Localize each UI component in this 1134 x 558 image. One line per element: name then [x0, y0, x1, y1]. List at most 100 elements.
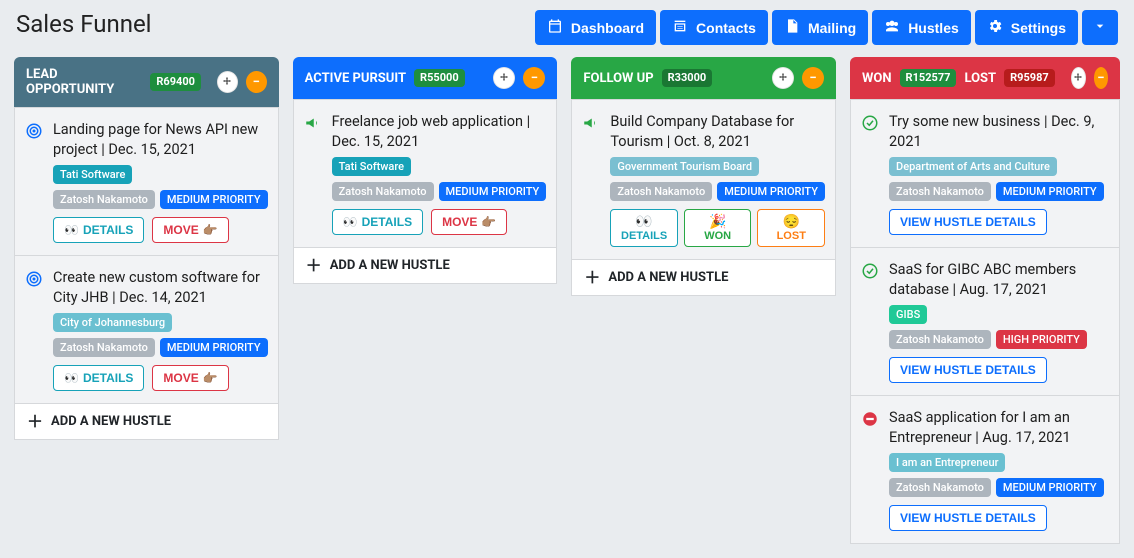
column-active-collapse[interactable]: − [523, 67, 545, 89]
column-active-title: ACTIVE PURSUIT [305, 71, 406, 86]
nav-hustles-label: Hustles [908, 20, 959, 36]
move-label: MOVE [163, 371, 198, 385]
file-icon [784, 18, 800, 37]
column-lead-drag-handle[interactable] [217, 71, 238, 93]
client-tag: Department of Arts and Culture [889, 157, 1057, 176]
add-hustle-lead[interactable]: ＋ ADD A NEW HUSTLE [14, 404, 279, 440]
details-label: DETAILS [621, 230, 667, 242]
client-tag: City of Johannesburg [53, 313, 172, 332]
column-follow-amount: R33000 [662, 69, 713, 87]
plus-icon: ＋ [27, 416, 43, 428]
column-active: ACTIVE PURSUIT R55000 − Freelance job we… [293, 57, 558, 544]
lost-button[interactable]: 😔 LOST [757, 209, 825, 247]
column-lost-amount: R95987 [1004, 69, 1055, 87]
move-button[interactable]: MOVE 👉🏽 [152, 217, 228, 243]
column-won-title: WON [862, 71, 892, 86]
view-details-label: VIEW HUSTLE DETAILS [900, 215, 1036, 229]
lead-card: Landing page for News API new project | … [14, 107, 279, 256]
view-details-button[interactable]: VIEW HUSTLE DETAILS [889, 209, 1047, 235]
owner-tag: Zatosh Nakamoto [332, 182, 434, 201]
add-hustle-label: ADD A NEW HUSTLE [608, 270, 728, 285]
column-lead: LEAD OPPORTUNITY R69400 − Landing page f… [14, 57, 279, 544]
card-title: SaaS application for I am an Entrepreneu… [889, 408, 1109, 447]
owner-tag: Zatosh Nakamoto [53, 190, 155, 209]
nav-settings[interactable]: Settings [975, 10, 1078, 45]
column-follow: FOLLOW UP R33000 − Build Company Databas… [571, 57, 836, 544]
add-hustle-active[interactable]: ＋ ADD A NEW HUSTLE [293, 248, 558, 284]
bullhorn-icon [304, 114, 322, 235]
view-details-button[interactable]: VIEW HUSTLE DETAILS [889, 505, 1047, 531]
view-details-button[interactable]: VIEW HUSTLE DETAILS [889, 357, 1047, 383]
lost-card: SaaS application for I am an Entrepreneu… [850, 396, 1120, 544]
client-tag: I am an Entrepreneur [889, 453, 1005, 472]
won-card: Try some new business | Dec. 9, 2021 Dep… [850, 99, 1120, 248]
bullhorn-icon [582, 114, 600, 247]
column-active-header: ACTIVE PURSUIT R55000 − [293, 57, 558, 99]
priority-tag: MEDIUM PRIORITY [996, 478, 1104, 497]
point-right-icon: 👉🏽 [203, 223, 218, 237]
owner-tag: Zatosh Nakamoto [889, 478, 991, 497]
won-button[interactable]: 🎉WON [684, 209, 752, 247]
eyes-icon: 👀 [635, 214, 652, 228]
eyes-icon: 👀 [343, 215, 358, 229]
users-icon [884, 18, 900, 37]
column-lead-collapse[interactable]: − [246, 71, 267, 93]
point-right-icon: 👉🏽 [481, 215, 496, 229]
priority-tag: MEDIUM PRIORITY [160, 338, 268, 357]
target-icon [25, 122, 43, 243]
lead-card: Create new custom software for City JHB … [14, 256, 279, 404]
check-circle-icon [861, 262, 879, 383]
column-active-drag-handle[interactable] [493, 67, 515, 89]
details-button[interactable]: 👀DETAILS [53, 217, 144, 243]
nav-dashboard[interactable]: Dashboard [535, 10, 656, 45]
point-right-icon: 👉🏽 [203, 371, 218, 385]
card-title: Build Company Database for Tourism | Oct… [610, 112, 825, 151]
details-button[interactable]: 👀DETAILS [53, 365, 144, 391]
card-title: Freelance job web application | Dec. 15,… [332, 112, 547, 151]
column-follow-collapse[interactable]: − [802, 67, 824, 89]
nav-settings-label: Settings [1011, 20, 1066, 36]
details-button[interactable]: 👀 DETAILS [332, 209, 423, 235]
priority-tag: HIGH PRIORITY [996, 330, 1087, 349]
follow-card: Build Company Database for Tourism | Oct… [571, 99, 836, 260]
details-label: DETAILS [83, 223, 133, 237]
calendar-icon [547, 18, 563, 37]
move-button[interactable]: MOVE 👉🏽 [431, 209, 507, 235]
column-won-amount: R152577 [900, 69, 957, 87]
caret-down-icon [1092, 18, 1108, 37]
owner-tag: Zatosh Nakamoto [889, 330, 991, 349]
move-button[interactable]: MOVE 👉🏽 [152, 365, 228, 391]
card-title: Try some new business | Dec. 9, 2021 [889, 112, 1109, 151]
nav-mailing[interactable]: Mailing [772, 10, 868, 45]
nav-hustles[interactable]: Hustles [872, 10, 971, 45]
view-details-label: VIEW HUSTLE DETAILS [900, 363, 1036, 377]
main-nav: Dashboard Contacts Mailing Hustles Setti… [535, 10, 1118, 45]
priority-tag: MEDIUM PRIORITY [717, 182, 825, 201]
nav-contacts[interactable]: Contacts [660, 10, 768, 45]
column-won-drag-handle[interactable] [1071, 67, 1086, 89]
move-label: MOVE [163, 223, 198, 237]
page-title: Sales Funnel [16, 10, 152, 38]
view-details-label: VIEW HUSTLE DETAILS [900, 511, 1036, 525]
details-button[interactable]: 👀 DETAILS [610, 209, 678, 247]
add-hustle-label: ADD A NEW HUSTLE [330, 258, 450, 273]
add-hustle-label: ADD A NEW HUSTLE [51, 414, 171, 429]
card-title: Landing page for News API new project | … [53, 120, 268, 159]
priority-tag: MEDIUM PRIORITY [439, 182, 547, 201]
column-lost-title: LOST [964, 71, 996, 86]
active-card: Freelance job web application | Dec. 15,… [293, 99, 558, 248]
column-follow-title: FOLLOW UP [583, 71, 653, 86]
nav-dropdown[interactable] [1082, 10, 1118, 45]
sad-icon: 😔 [783, 214, 800, 228]
column-lead-amount: R69400 [150, 73, 201, 91]
lost-label: LOST [777, 230, 806, 242]
card-title: Create new custom software for City JHB … [53, 268, 268, 307]
move-label: MOVE [442, 215, 477, 229]
column-follow-drag-handle[interactable] [772, 67, 794, 89]
column-won-collapse[interactable]: − [1094, 67, 1108, 89]
client-tag: Tati Software [53, 165, 132, 184]
add-hustle-follow[interactable]: ＋ ADD A NEW HUSTLE [571, 260, 836, 296]
target-icon [25, 270, 43, 391]
priority-tag: MEDIUM PRIORITY [160, 190, 268, 209]
details-label: DETAILS [362, 215, 412, 229]
